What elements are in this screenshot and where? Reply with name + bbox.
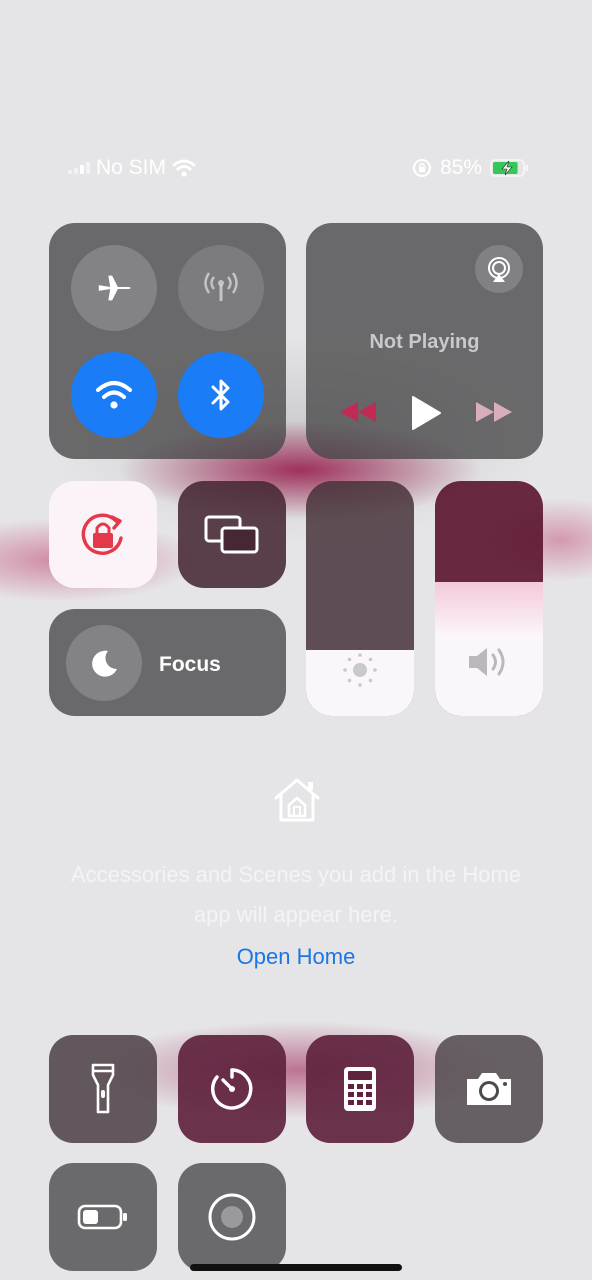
timer-button[interactable] [178,1035,286,1143]
brightness-slider[interactable] [306,481,414,716]
sun-icon [343,653,377,687]
open-home-link[interactable]: Open Home [0,944,592,970]
now-playing-title: Not Playing [369,331,480,353]
airplane-mode-toggle[interactable] [71,245,157,331]
airplay-icon [488,257,510,282]
camera-button[interactable] [435,1035,543,1143]
focus-label: Focus [159,653,221,676]
timer-icon [211,1068,253,1110]
moon-icon [92,650,117,677]
orientation-lock-icon [81,513,123,555]
fast-forward-icon[interactable] [474,400,514,424]
focus-button[interactable]: Focus [49,609,286,716]
wifi-toggle[interactable] [71,352,157,438]
rewind-icon[interactable] [338,400,378,424]
flashlight-button[interactable] [49,1035,157,1143]
orientation-lock-button[interactable] [49,481,157,588]
airplay-button[interactable] [475,245,523,293]
focus-icon-circle [66,625,142,701]
home-icon [274,778,320,822]
cellular-antenna-icon [204,272,238,301]
low-power-icon [77,1204,127,1230]
screen-mirroring-icon [204,515,259,554]
battery-percent: 85% [439,156,482,179]
screen-mirroring-button[interactable] [178,481,286,588]
bluetooth-icon [211,379,230,411]
calculator-button[interactable] [306,1035,414,1143]
now-playing-module: Not Playing [306,223,543,459]
screen-recording-button[interactable] [178,1163,286,1271]
bluetooth-toggle[interactable] [178,352,264,438]
signal-icon [68,162,90,174]
cellular-data-toggle[interactable] [178,245,264,331]
play-icon[interactable] [410,395,442,431]
home-empty-message: Accessories and Scenes you add in the Ho… [70,862,522,927]
screen-record-icon [208,1193,256,1241]
home-indicator[interactable] [190,1264,402,1271]
flashlight-icon [91,1063,115,1114]
battery-charging-icon [490,159,528,177]
carrier-label: No SIM [96,156,167,179]
low-power-mode-button[interactable] [49,1163,157,1271]
status-bar: No SIM 85% [0,150,592,186]
speaker-icon [469,648,505,676]
airplane-icon [98,275,131,301]
wifi-icon [172,159,196,177]
orientation-lock-icon [412,159,431,177]
volume-slider[interactable] [435,481,543,716]
connectivity-module [49,223,286,459]
calculator-icon [344,1067,376,1111]
camera-icon [467,1073,511,1105]
wifi-icon [96,381,132,409]
